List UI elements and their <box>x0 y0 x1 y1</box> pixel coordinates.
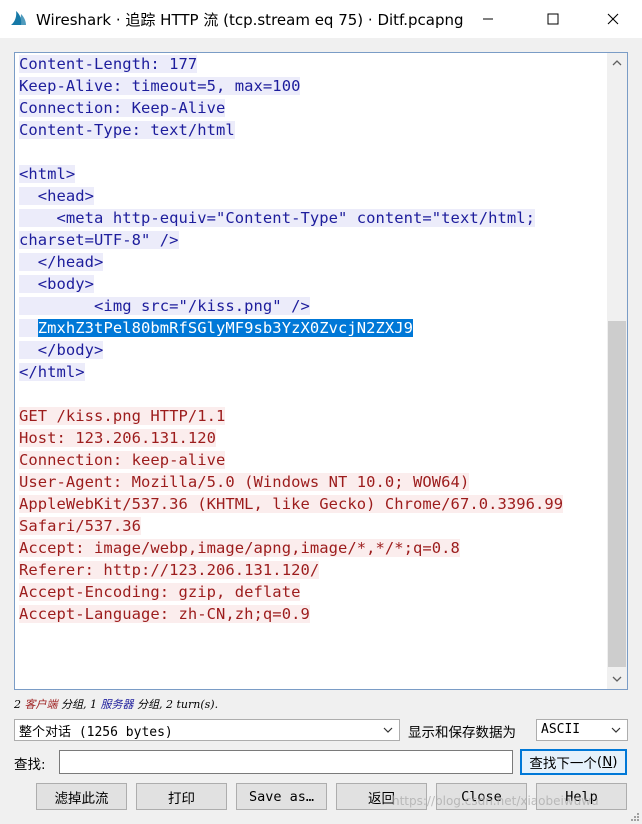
server-line: Keep-Alive: timeout=5, max=100 <box>19 75 605 97</box>
conversation-select-value: 整个对话 (1256 bytes) <box>19 724 173 740</box>
client-line: Accept: image/webp,image/apng,image/*,*/… <box>19 537 605 559</box>
chevron-down-icon <box>612 676 622 682</box>
find-next-shortcut: N <box>602 754 613 770</box>
line-text: Accept: image/webp,image/apng,image/*,*/… <box>19 539 460 557</box>
server-line: Connection: Keep-Alive <box>19 97 605 119</box>
client-line: GET /kiss.png HTTP/1.1 <box>19 405 605 427</box>
server-line: <body> <box>19 273 605 295</box>
scroll-up-button[interactable] <box>607 53 627 73</box>
line-text: User-Agent: Mozilla/5.0 (Windows NT 10.0… <box>19 473 470 491</box>
server-line: </body> <box>19 339 605 361</box>
line-text: Connection: Keep-Alive <box>19 99 226 117</box>
minimize-icon <box>483 18 493 20</box>
wireshark-fin-icon <box>11 11 26 25</box>
filter-out-button[interactable]: 滤掉此流 <box>36 783 127 810</box>
close-window-button[interactable] <box>590 0 636 38</box>
format-select-value: ASCII <box>541 722 581 737</box>
server-line: <head> <box>19 185 605 207</box>
client-line: AppleWebKit/537.36 (KHTML, like Gecko) C… <box>19 493 605 515</box>
summary-mid-1: 分组, 1 <box>61 698 97 711</box>
back-button[interactable]: 返回 <box>336 783 427 810</box>
line-text <box>19 319 38 337</box>
resize-grip-icon[interactable] <box>630 812 640 822</box>
server-line: <meta http-equiv="Content-Type" content=… <box>19 207 605 229</box>
find-input[interactable] <box>59 750 513 774</box>
line-text: charset=UTF-8" /> <box>19 231 179 249</box>
line-text: </html> <box>19 363 85 381</box>
chevron-up-icon <box>612 60 622 66</box>
line-text: <meta http-equiv="Content-Type" content=… <box>19 209 535 227</box>
server-line: <html> <box>19 163 605 185</box>
line-text: Referer: http://123.206.131.120/ <box>19 561 320 579</box>
close-icon <box>607 13 619 25</box>
selected-text[interactable]: ZmxhZ3tPel80bmRfSGlyMF9sb3YzX0ZvcjN2ZXJ9 <box>37 319 414 337</box>
client-line: Accept-Encoding: gzip, deflate <box>19 581 605 603</box>
stream-summary: 2 客户端 分组, 1 服务器 分组, 2 turn(s). <box>14 696 218 712</box>
find-next-label: 查找下一个 <box>529 756 597 772</box>
line-text: Content-Type: text/html <box>19 121 235 139</box>
format-label: 显示和保存数据为 <box>408 725 516 741</box>
save-as-button[interactable]: Save as… <box>236 783 327 810</box>
stream-content[interactable]: Content-Length: 177 Keep-Alive: timeout=5… <box>19 53 605 625</box>
format-select[interactable]: ASCII <box>536 719 628 741</box>
line-text: Content-Length: 177 <box>19 55 198 73</box>
client-label: 客户端 <box>24 698 58 711</box>
client-count: 2 <box>14 698 21 711</box>
find-next-button[interactable]: 查找下一个(N) <box>520 749 627 775</box>
client-line: Safari/537.36 <box>19 515 605 537</box>
client-line: Connection: keep-alive <box>19 449 605 471</box>
server-label: 服务器 <box>100 698 134 711</box>
line-text: Connection: keep-alive <box>19 451 226 469</box>
maximize-button[interactable] <box>530 0 576 38</box>
line-text: GET /kiss.png HTTP/1.1 <box>19 407 226 425</box>
title-bar: Wireshark · 追踪 HTTP 流 (tcp.stream eq 75)… <box>0 0 642 38</box>
chevron-down-icon <box>611 727 621 733</box>
help-button[interactable]: Help <box>536 783 627 810</box>
line-text: Host: 123.206.131.120 <box>19 429 217 447</box>
server-line: Content-Length: 177 <box>19 53 605 75</box>
line-text: </head> <box>19 253 104 271</box>
line-text: AppleWebKit/537.36 (KHTML, like Gecko) C… <box>19 495 564 513</box>
line-text: Safari/537.36 <box>19 517 141 535</box>
line-text: <body> <box>19 275 95 293</box>
conversation-select[interactable]: 整个对话 (1256 bytes) <box>14 719 400 741</box>
maximize-icon <box>547 13 559 25</box>
scroll-down-button[interactable] <box>607 669 627 689</box>
server-line: charset=UTF-8" /> <box>19 229 605 251</box>
server-line: <img src="/kiss.png" /> <box>19 295 605 317</box>
line-text: Accept-Encoding: gzip, deflate <box>19 583 301 601</box>
vertical-scrollbar[interactable] <box>607 53 627 689</box>
line-text: Accept-Language: zh-CN,zh;q=0.9 <box>19 605 310 623</box>
summary-mid-2: 分组, 2 turn(s). <box>137 698 219 711</box>
line-text: </body> <box>19 341 104 359</box>
line-text: <html> <box>19 165 76 183</box>
line-text: <img src="/kiss.png" /> <box>19 297 310 315</box>
scroll-thumb[interactable] <box>608 321 626 667</box>
server-line: Content-Type: text/html <box>19 119 605 141</box>
find-label: 查找: <box>14 757 46 773</box>
minimize-button[interactable] <box>465 0 511 38</box>
print-button[interactable]: 打印 <box>136 783 227 810</box>
window-title: Wireshark · 追踪 HTTP 流 (tcp.stream eq 75)… <box>36 10 464 29</box>
client-line: Accept-Language: zh-CN,zh;q=0.9 <box>19 603 605 625</box>
server-line: </html> <box>19 361 605 383</box>
client-line: Referer: http://123.206.131.120/ <box>19 559 605 581</box>
server-line: </head> <box>19 251 605 273</box>
close-button[interactable]: Close <box>436 783 527 810</box>
client-line: User-Agent: Mozilla/5.0 (Windows NT 10.0… <box>19 471 605 493</box>
server-line: ZmxhZ3tPel80bmRfSGlyMF9sb3YzX0ZvcjN2ZXJ9 <box>19 317 605 339</box>
client-line: Host: 123.206.131.120 <box>19 427 605 449</box>
chevron-down-icon <box>383 727 393 733</box>
stream-text-panel[interactable]: Content-Length: 177 Keep-Alive: timeout=5… <box>14 52 628 690</box>
line-text: <head> <box>19 187 95 205</box>
line-text: Keep-Alive: timeout=5, max=100 <box>19 77 301 95</box>
